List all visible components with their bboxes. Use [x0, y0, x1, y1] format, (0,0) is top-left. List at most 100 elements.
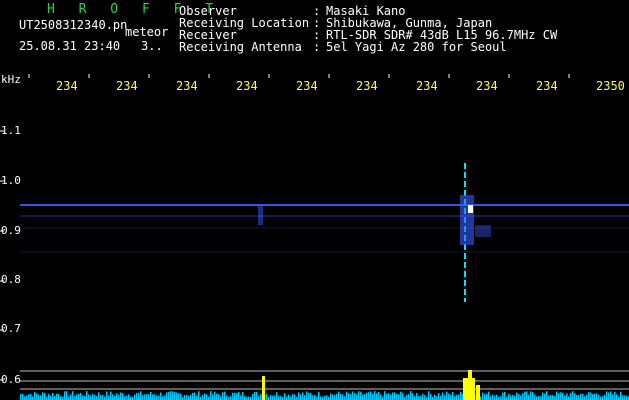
noise-bar [24, 396, 26, 400]
noise-bar [332, 394, 334, 400]
noise-bar [510, 395, 512, 400]
date-time: 25.08.31 23:40 [19, 39, 121, 53]
x-tick-label: 234 [536, 79, 558, 93]
noise-bar [450, 394, 452, 400]
noise-bar [372, 393, 374, 400]
noise-bar [496, 394, 498, 400]
y-tick-label: 0.8 [1, 273, 21, 286]
noise-bar [308, 392, 310, 400]
meteor-echo-body [460, 195, 474, 245]
noise-bar [134, 394, 136, 400]
noise-bar [490, 396, 492, 400]
noise-bar [554, 396, 556, 400]
noise-bar [32, 396, 34, 400]
noise-bar [570, 392, 572, 400]
noise-bar [218, 394, 220, 400]
noise-bar [594, 393, 596, 400]
y-tick-label: 0.6 [1, 373, 21, 386]
noise-bar [334, 394, 336, 400]
noise-bar [304, 394, 306, 400]
noise-bar [298, 392, 300, 400]
noise-bar [154, 394, 156, 400]
noise-bar [254, 392, 256, 400]
noise-bar [314, 394, 316, 400]
noise-bar [538, 395, 540, 400]
noise-bar [398, 394, 400, 400]
noise-bar [340, 393, 342, 400]
y-tick-label: 0.9 [1, 224, 21, 237]
x-tick-label: 234 [416, 79, 438, 93]
noise-bar [212, 394, 214, 400]
antenna-label: Receiving Antenna [179, 40, 302, 54]
noise-bar [102, 394, 104, 400]
noise-bar [526, 391, 528, 400]
noise-bar [586, 394, 588, 400]
noise-bar [222, 392, 224, 400]
noise-bar [448, 393, 450, 400]
noise-bar [158, 395, 160, 400]
noise-bar [100, 394, 102, 400]
noise-bar [522, 393, 524, 400]
noise-bar [26, 395, 28, 400]
noise-bar [500, 396, 502, 400]
x-tick-label: 234 [236, 79, 258, 93]
noise-bar [136, 392, 138, 400]
noise-bar [402, 392, 404, 400]
noise-bar [518, 394, 520, 400]
noise-bar [54, 396, 56, 400]
noise-bar [318, 391, 320, 400]
noise-bar [266, 394, 268, 400]
meteor-echo-tail [475, 225, 491, 237]
noise-bar [92, 393, 94, 400]
noise-bar [242, 392, 244, 400]
noise-bar [592, 393, 594, 400]
noise-bar [542, 392, 544, 400]
noise-bar [434, 394, 436, 400]
noise-bar [112, 394, 114, 400]
noise-bar [624, 395, 626, 400]
noise-bar [214, 391, 216, 400]
noise-bar [626, 395, 628, 400]
antenna-colon: : [313, 40, 321, 54]
noise-bar [22, 393, 24, 400]
noise-bar [322, 396, 324, 400]
noise-bar [482, 392, 484, 400]
noise-bar [388, 393, 390, 400]
noise-bar [172, 391, 174, 400]
y-axis-unit: kHz [1, 73, 21, 86]
noise-bar [536, 396, 538, 400]
noise-bar [418, 395, 420, 400]
noise-bar [410, 391, 412, 400]
noise-bar [128, 394, 130, 400]
noise-bar [420, 395, 422, 400]
noise-bar [292, 394, 294, 400]
noise-bar [86, 391, 88, 400]
noise-bar [528, 394, 530, 400]
noise-bar [606, 391, 608, 400]
noise-bar [258, 396, 260, 400]
noise-bar [560, 392, 562, 400]
noise-bar [240, 395, 242, 400]
noise-bar [620, 391, 622, 400]
noise-bar [144, 394, 146, 400]
noise-bar [220, 396, 222, 400]
noise-bar [392, 392, 394, 400]
noise-bar [458, 394, 460, 400]
noise-bar [616, 394, 618, 400]
noise-bar [488, 391, 490, 400]
noise-bar [342, 394, 344, 400]
noise-bar [454, 395, 456, 400]
noise-bar [46, 396, 48, 400]
noise-bar [572, 391, 574, 400]
noise-bar [574, 393, 576, 400]
noise-bar [400, 391, 402, 400]
noise-bar [604, 394, 606, 400]
noise-bar [114, 395, 116, 400]
noise-bar [544, 393, 546, 400]
noise-bar [512, 394, 514, 400]
noise-bar [596, 393, 598, 400]
noise-bar [204, 393, 206, 400]
noise-bar [380, 394, 382, 400]
noise-bar [40, 395, 42, 400]
noise-bar [302, 392, 304, 400]
